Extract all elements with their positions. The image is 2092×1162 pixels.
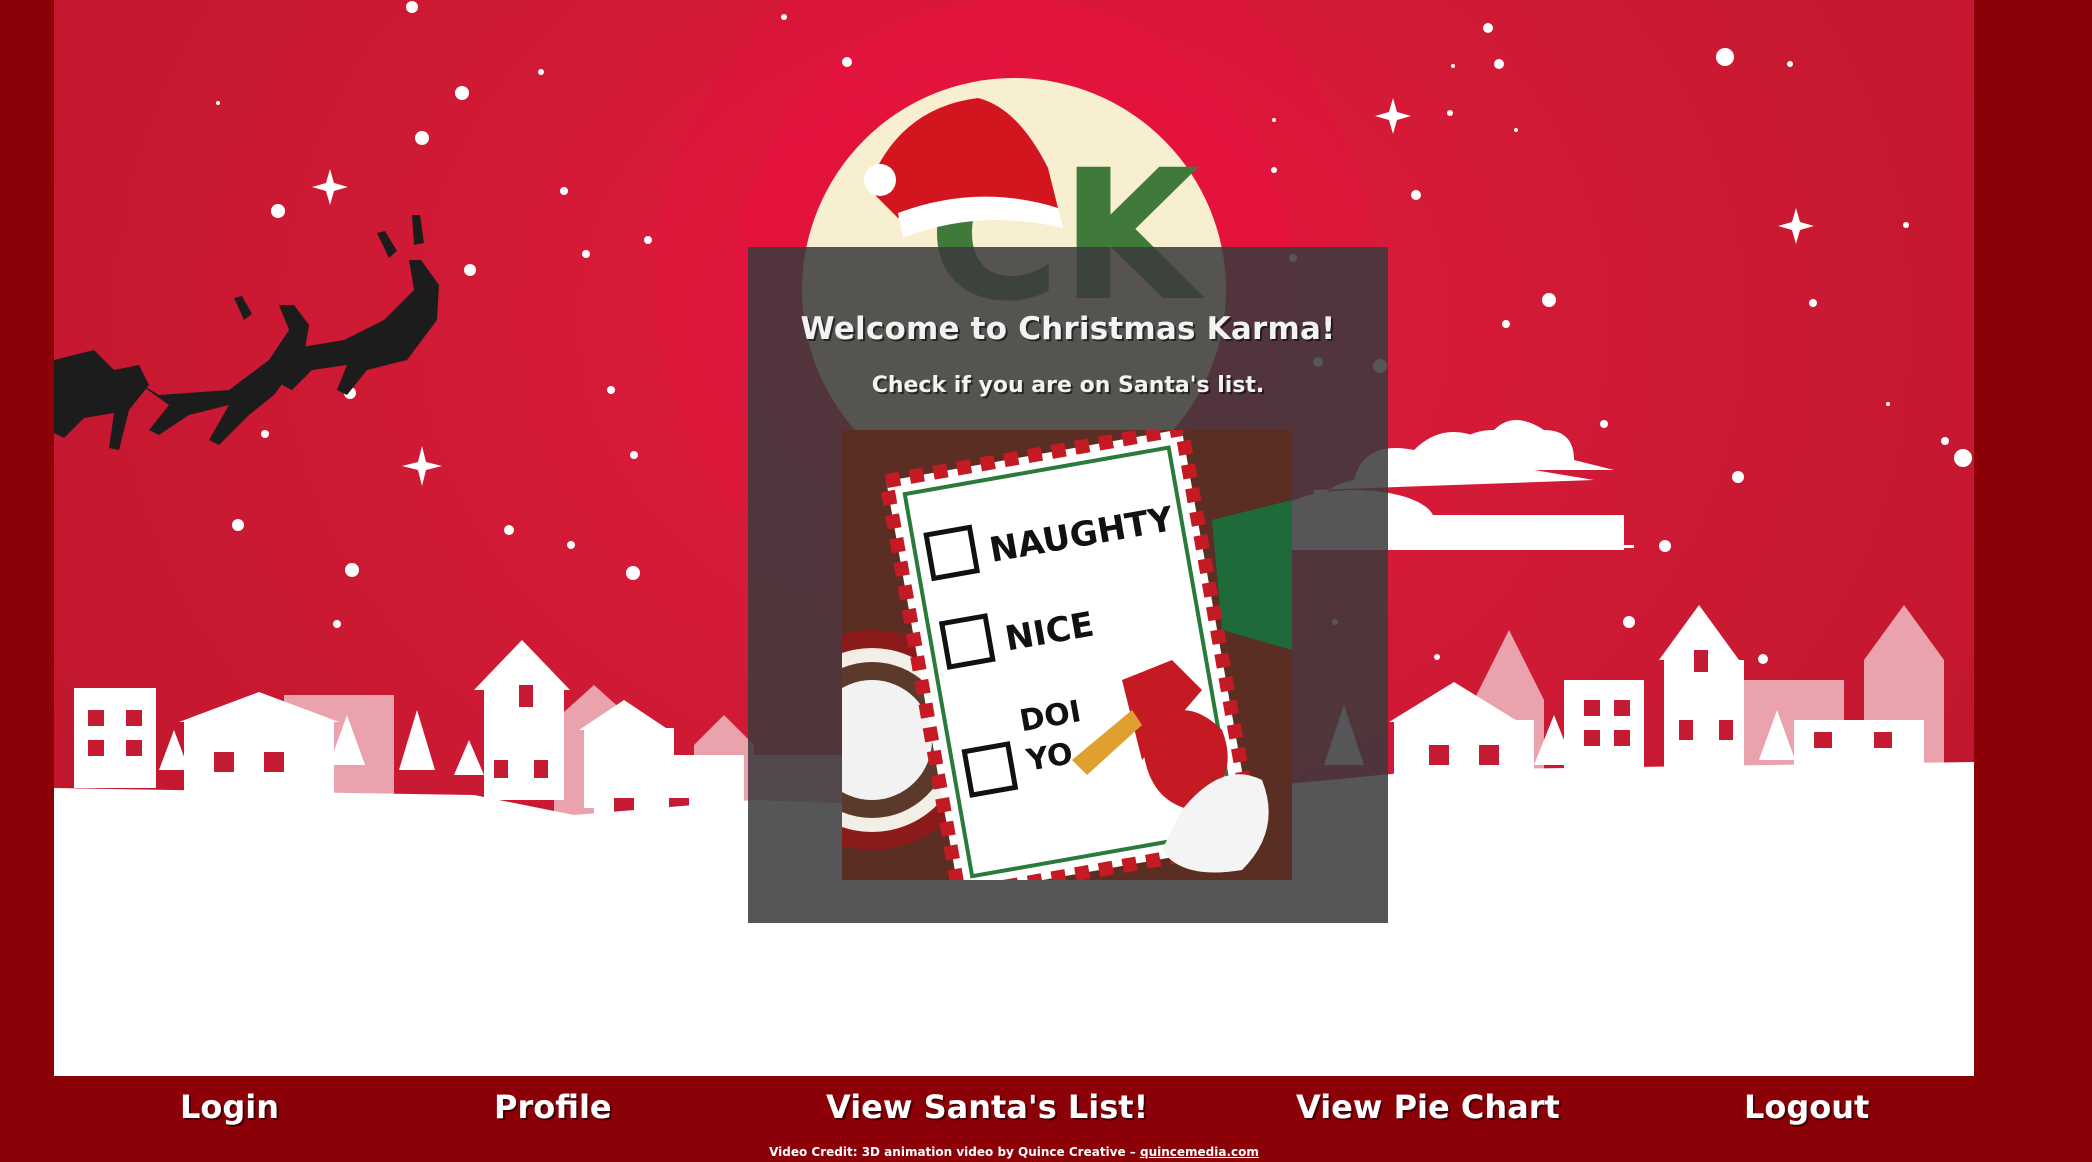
nav-pie-chart-link[interactable]: View Pie Chart	[1296, 1088, 1560, 1126]
nav-profile-link[interactable]: Profile	[494, 1088, 612, 1126]
nav-logout-link[interactable]: Logout	[1744, 1088, 1869, 1126]
nav-santas-list-link[interactable]: View Santa's List!	[826, 1088, 1148, 1126]
nav-login-link[interactable]: Login	[180, 1088, 279, 1126]
hero-background: CK Welcome to Christmas Karma! Check if …	[54, 0, 1974, 1076]
credit-text: Video Credit: 3D animation video by Quin…	[769, 1145, 1136, 1159]
welcome-card: Welcome to Christmas Karma! Check if you…	[748, 247, 1388, 923]
reindeer-silhouette	[54, 215, 439, 450]
bottom-nav: Login Profile View Santa's List! View Pi…	[54, 1076, 1974, 1136]
welcome-subtitle: Check if you are on Santa's list.	[871, 373, 1265, 398]
video-credit: Video Credit: 3D animation video by Quin…	[0, 1145, 2028, 1159]
credit-link[interactable]: quincemedia.com	[1140, 1145, 1259, 1159]
welcome-title: Welcome to Christmas Karma!	[800, 311, 1336, 347]
naughty-nice-checklist-illustration: NAUGHTY NICE DOI YO	[842, 430, 1292, 880]
